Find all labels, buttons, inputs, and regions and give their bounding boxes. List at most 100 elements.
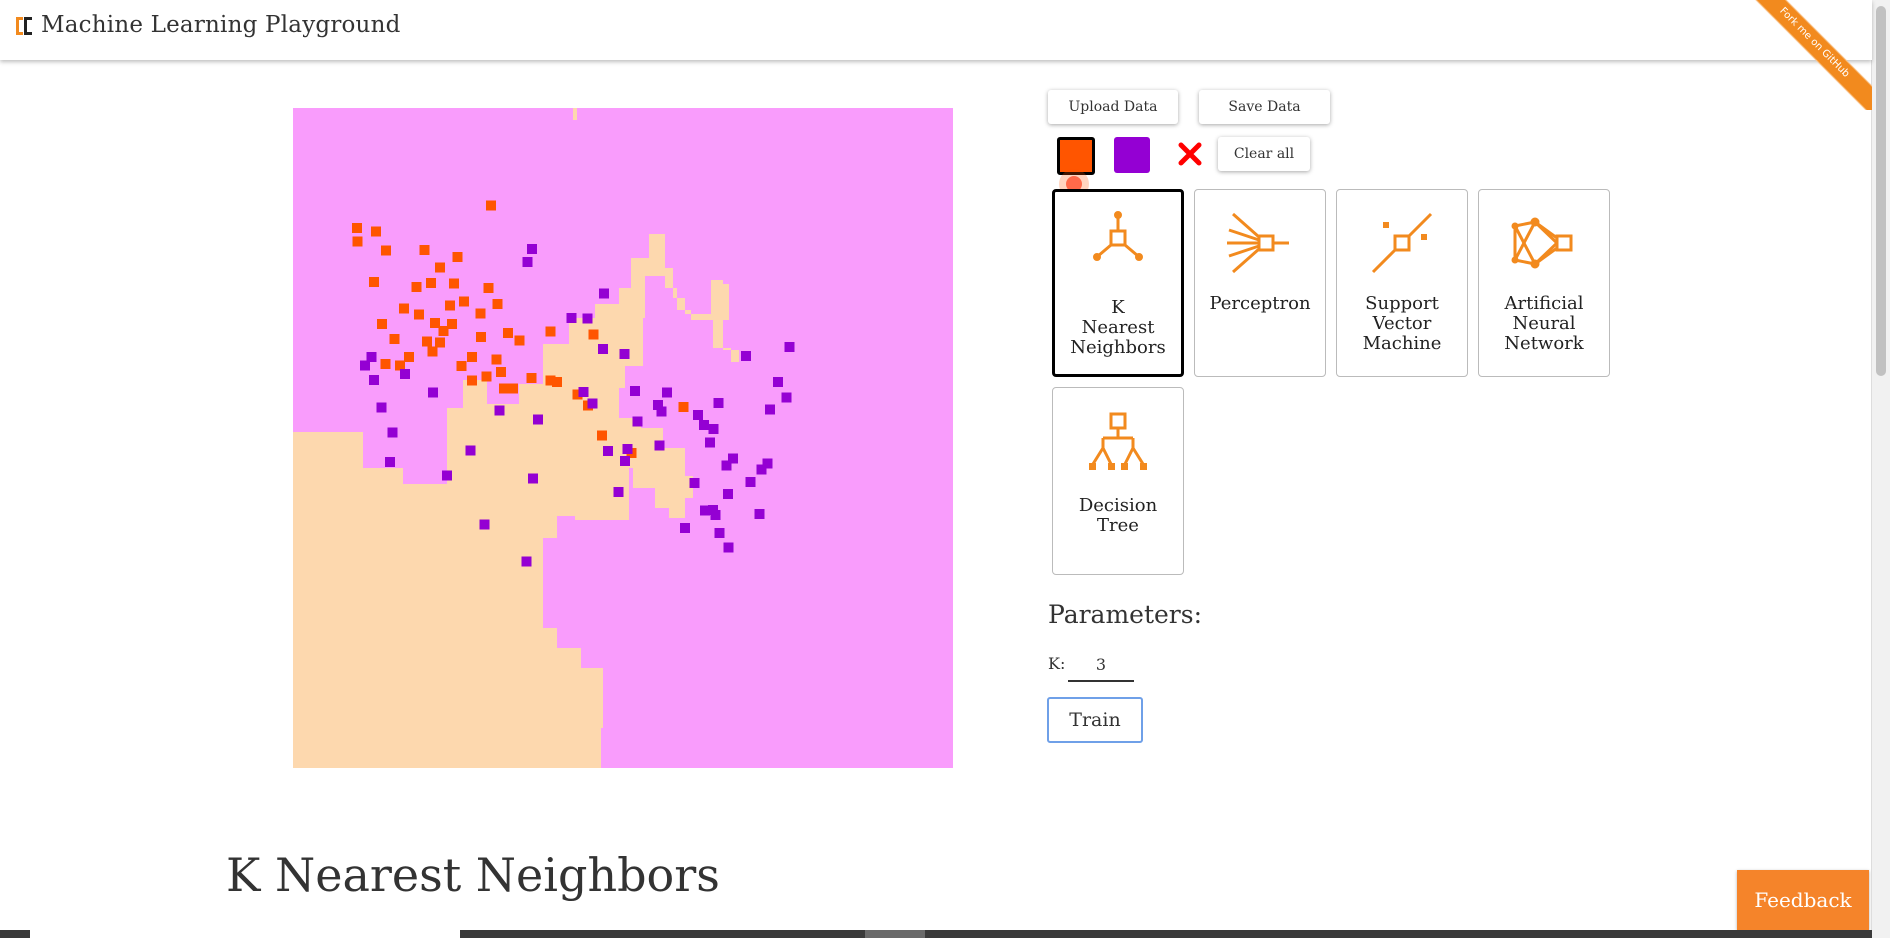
feedback-button[interactable]: Feedback	[1737, 870, 1869, 930]
purple-data-point	[400, 369, 411, 379]
purple-data-point	[653, 400, 663, 410]
upload-data-button[interactable]: Upload Data	[1048, 90, 1178, 124]
purple-data-point	[699, 419, 710, 430]
horizontal-scrollbar-thumb[interactable]	[865, 930, 925, 938]
purple-data-point	[369, 374, 380, 385]
purple-data-point	[714, 528, 725, 538]
purple-data-point	[479, 519, 490, 530]
orange-data-point	[369, 277, 380, 288]
clear-all-button[interactable]: Clear all	[1218, 137, 1310, 171]
app-title[interactable]: Machine Learning Playground	[41, 12, 401, 38]
save-data-button[interactable]: Save Data	[1199, 90, 1330, 124]
orange-data-point	[596, 430, 607, 441]
orange-data-point	[545, 375, 556, 386]
algorithm-card-svm[interactable]: Support Vector Machine	[1336, 189, 1468, 377]
algorithm-label: Artificial Neural Network	[1504, 293, 1584, 354]
orange-data-point	[449, 278, 459, 289]
orange-data-point	[435, 262, 446, 273]
purple-data-point	[528, 473, 539, 484]
horizontal-scrollbar-track	[30, 930, 460, 938]
orange-data-point	[389, 334, 400, 344]
purple-data-point	[784, 341, 795, 352]
purple-data-point	[680, 522, 690, 533]
purple-data-point	[620, 456, 630, 467]
scrollbar-thumb[interactable]	[1876, 6, 1886, 376]
orange-data-point	[381, 245, 392, 256]
purple-data-point	[602, 446, 613, 457]
orange-data-point	[445, 300, 456, 311]
purple-data-point	[710, 510, 721, 521]
orange-data-point	[411, 281, 422, 292]
orange-data-point	[422, 336, 432, 347]
orange-data-point	[371, 226, 382, 237]
purple-data-point	[754, 508, 765, 519]
algorithm-card-decision-tree[interactable]: Decision Tree	[1052, 387, 1184, 575]
purple-data-point	[566, 312, 577, 323]
orange-data-point	[514, 335, 525, 346]
orange-data-point	[507, 383, 518, 394]
purple-data-point	[781, 392, 792, 403]
orange-data-point	[404, 351, 415, 362]
github-ribbon-label[interactable]: Fork me on GitHub	[1735, 0, 1872, 110]
purple-class-swatch[interactable]	[1114, 137, 1150, 173]
purple-data-point	[619, 349, 630, 360]
orange-data-point	[475, 308, 486, 319]
purple-data-point	[578, 386, 589, 397]
orange-data-point	[438, 326, 449, 337]
orange-data-point	[435, 337, 446, 348]
purple-data-point	[689, 477, 700, 488]
horizontal-scrollbar[interactable]	[0, 930, 1872, 938]
orange-data-point	[466, 351, 477, 362]
github-ribbon[interactable]: Fork me on GitHub	[1732, 0, 1872, 110]
k-parameter-input[interactable]	[1068, 648, 1134, 682]
orange-data-point	[394, 360, 405, 371]
orange-data-point	[503, 328, 514, 339]
red-x-icon[interactable]	[1175, 139, 1205, 169]
orange-data-point	[495, 367, 506, 377]
vertical-scrollbar[interactable]	[1871, 0, 1890, 938]
purple-data-point	[740, 351, 751, 362]
orange-data-point	[491, 354, 502, 365]
orange-data-point	[398, 303, 409, 314]
orange-data-point	[352, 236, 363, 247]
orange-data-point	[429, 318, 440, 329]
purple-data-point	[427, 387, 438, 398]
purple-data-point	[705, 437, 716, 448]
k-parameter-label: K:	[1048, 654, 1066, 673]
algorithm-label: Support Vector Machine	[1362, 293, 1442, 354]
algorithm-label: K Nearest Neighbors	[1070, 297, 1166, 358]
purple-data-point	[387, 427, 398, 438]
orange-data-point	[414, 309, 425, 320]
algorithm-label: Decision Tree	[1078, 495, 1158, 536]
purple-data-point	[765, 404, 776, 415]
decision-boundary-canvas[interactable]	[293, 108, 953, 768]
purple-data-point	[622, 444, 633, 455]
purple-data-point	[521, 556, 532, 567]
algorithm-card-knn[interactable]: K Nearest Neighbors	[1052, 189, 1184, 377]
purple-data-point	[723, 542, 734, 553]
train-button[interactable]: Train	[1047, 697, 1143, 743]
purple-data-point	[773, 376, 784, 387]
svm-icon	[1371, 212, 1433, 274]
purple-data-point	[587, 398, 598, 409]
purple-data-point	[526, 244, 537, 255]
algorithm-card-ann[interactable]: Artificial Neural Network	[1478, 189, 1610, 377]
orange-data-point	[483, 283, 494, 294]
purple-data-point	[494, 405, 505, 416]
purple-data-point	[662, 387, 673, 398]
orange-data-point	[588, 329, 599, 340]
neural-network-icon	[1511, 217, 1573, 269]
purple-data-point	[366, 351, 377, 362]
algorithm-card-perceptron[interactable]: Perceptron	[1194, 189, 1326, 377]
orange-data-point	[352, 223, 362, 234]
purple-data-point	[598, 343, 609, 354]
top-navigation-bar: Machine Learning Playground	[0, 0, 1872, 60]
app-logo-icon[interactable]	[12, 14, 36, 38]
purple-data-point	[385, 456, 395, 467]
purple-data-point	[522, 256, 533, 267]
purple-data-point	[376, 402, 387, 413]
purple-data-point	[708, 423, 719, 434]
orange-data-point	[486, 200, 496, 211]
purple-data-point	[532, 414, 543, 425]
purple-data-point	[441, 470, 452, 481]
